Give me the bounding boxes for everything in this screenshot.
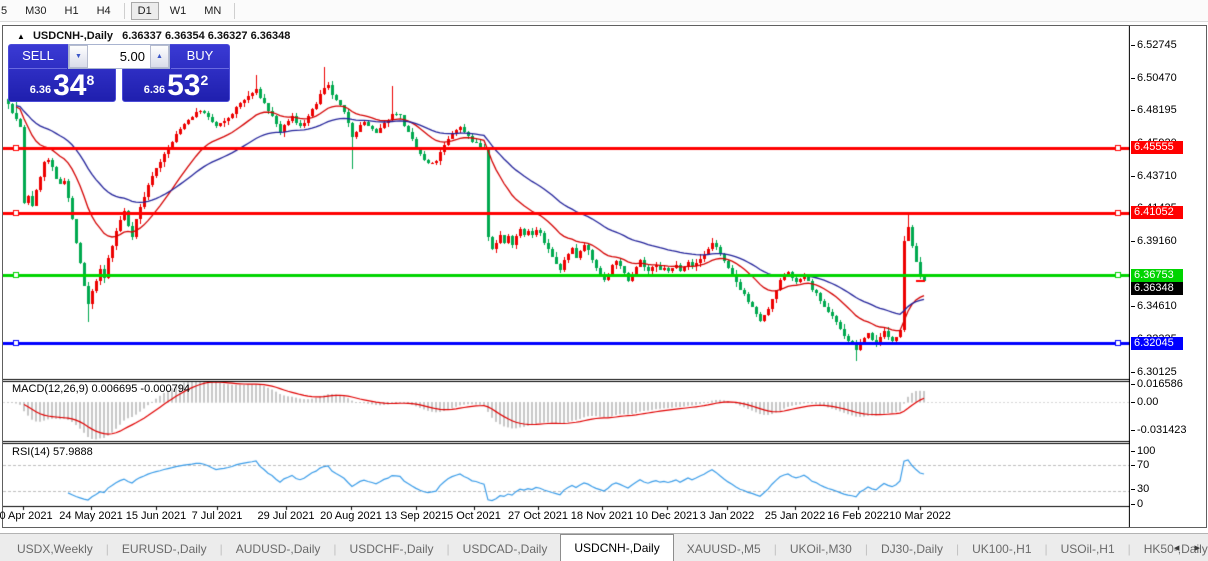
sell-button[interactable]: SELL xyxy=(9,45,67,69)
volume-decrease-arrow-icon[interactable]: ▼ xyxy=(69,45,88,68)
price-tick-label: 6.43710 xyxy=(1131,170,1177,183)
rsi-indicator-label: RSI(14) 57.9888 xyxy=(12,446,93,458)
timeframe-button-h1[interactable]: H1 xyxy=(58,2,86,20)
price-tick-label: 6.52745 xyxy=(1131,39,1177,52)
chart-tab-audusd-daily[interactable]: AUDUSD-,Daily xyxy=(223,537,334,561)
chart-tab-uk100-h1[interactable]: UK100-,H1 xyxy=(959,537,1044,561)
sell-price: 6.36 34 8 xyxy=(9,67,115,102)
date-tick-label: 15 Jun 2021 xyxy=(125,510,187,522)
rsi-axis-label: 0 xyxy=(1131,498,1143,511)
date-tick-label: 29 Jul 2021 xyxy=(257,510,315,522)
timeframe-button-mn[interactable]: MN xyxy=(197,2,228,20)
price-level-label: 6.36348 xyxy=(1131,282,1183,295)
rsi-axis-label: 70 xyxy=(1131,459,1149,472)
rsi-axis-label: 30 xyxy=(1131,483,1149,496)
price-tick-label: 6.39160 xyxy=(1131,235,1177,248)
price-level-label: 6.41052 xyxy=(1131,206,1183,219)
date-tick-label: 10 Mar 2022 xyxy=(889,510,951,522)
axis-tick-mark xyxy=(1131,109,1135,111)
date-tick-label: 10 Dec 2021 xyxy=(635,510,699,522)
date-tick-label: 30 Apr 2021 xyxy=(0,510,53,522)
sell-price-prefix: 6.36 xyxy=(29,84,52,96)
date-tick-label: 3 Jan 2022 xyxy=(699,510,755,522)
axis-tick-mark xyxy=(1131,77,1135,79)
sell-price-pip: 8 xyxy=(86,72,95,88)
timeframe-button-h4[interactable]: H4 xyxy=(90,2,118,20)
chart-tab-usdchf-daily[interactable]: USDCHF-,Daily xyxy=(337,537,447,561)
axis-tick-mark xyxy=(1131,305,1135,307)
volume-spinner: ▼ 5.00 ▲ xyxy=(68,44,170,69)
macd-axis-label: -0.031423 xyxy=(1131,424,1187,437)
date-tick-label: 24 May 2021 xyxy=(59,510,123,522)
tab-scroll-arrows: ◂ ▸ xyxy=(1162,541,1200,554)
rsi-axis-label: 100 xyxy=(1131,445,1155,458)
chart-tab-ukoil-m30[interactable]: UKOil-,M30 xyxy=(777,537,865,561)
sell-price-big: 34 xyxy=(53,69,87,102)
date-tick-label: 5 Oct 2021 xyxy=(447,510,501,522)
tab-scroll-left-icon[interactable]: ◂ xyxy=(1174,542,1180,554)
one-click-trading-panel: SELL 6.36 34 8 BUY 6.36 53 2 ▼ 5.00 ▲ xyxy=(8,44,230,102)
price-level-label: 6.36753 xyxy=(1131,269,1183,282)
timeframe-button-m5[interactable]: 5 xyxy=(0,2,14,20)
buy-price-pip: 2 xyxy=(200,72,209,88)
date-tick-label: 27 Oct 2021 xyxy=(508,510,568,522)
date-tick-label: 7 Jul 2021 xyxy=(191,510,243,522)
chart-tab-usoil-h1[interactable]: USOil-,H1 xyxy=(1048,537,1128,561)
price-tick-label: 6.48195 xyxy=(1131,104,1177,117)
symbol-title: USDCNH-,Daily xyxy=(32,30,114,42)
collapse-triangle-icon[interactable]: ▲ xyxy=(17,32,25,41)
macd-indicator-label: MACD(12,26,9) 0.006695 -0.000794 xyxy=(12,383,190,395)
toolbar-separator xyxy=(234,2,236,19)
timeframe-toolbar: 5 M30 H1 H4 D1 W1 MN xyxy=(0,0,1208,22)
price-tick-label: 6.50470 xyxy=(1131,72,1177,85)
date-tick-label: 18 Nov 2021 xyxy=(570,510,634,522)
macd-axis-label: 0.016586 xyxy=(1131,378,1183,391)
timeframe-button-m30[interactable]: M30 xyxy=(18,2,53,20)
buy-price: 6.36 53 2 xyxy=(123,67,229,102)
axis-tick-mark xyxy=(1131,371,1135,373)
chart-tab-usdcad-daily[interactable]: USDCAD-,Daily xyxy=(450,537,561,561)
price-tick-label: 6.34610 xyxy=(1131,300,1177,313)
macd-axis-label: 0.00 xyxy=(1131,396,1158,409)
chart-tab-usdx-weekly[interactable]: USDX,Weekly xyxy=(4,537,106,561)
date-tick-label: 13 Sep 2021 xyxy=(384,510,448,522)
price-axis[interactable]: 6.527456.504706.481956.459206.437106.414… xyxy=(1130,26,1206,510)
timeframe-button-w1[interactable]: W1 xyxy=(163,2,194,20)
chart-tab-usdcnh-daily[interactable]: USDCNH-,Daily xyxy=(560,534,674,561)
chart-tab-dj30-daily[interactable]: DJ30-,Daily xyxy=(868,537,956,561)
axis-tick-mark xyxy=(1131,240,1135,242)
volume-increase-arrow-icon[interactable]: ▲ xyxy=(150,45,169,68)
date-axis[interactable]: 30 Apr 2021 24 May 202115 Jun 2021 7 Jul 2… xyxy=(0,507,1130,526)
ohlc-values: 6.36337 6.36354 6.36327 6.36348 xyxy=(122,30,291,42)
date-tick-label: 16 Feb 2022 xyxy=(827,510,889,522)
chart-title: ▲ USDCNH-,Daily 6.36337 6.36354 6.36327 … xyxy=(17,30,290,42)
axis-tick-mark xyxy=(1131,44,1135,46)
price-level-label: 6.32045 xyxy=(1131,337,1183,350)
price-level-label: 6.45555 xyxy=(1131,141,1183,154)
chart-window: ▲ USDCNH-,Daily 6.36337 6.36354 6.36327 … xyxy=(0,25,1207,528)
date-tick-label: 25 Jan 2022 xyxy=(764,510,826,522)
timeframe-button-d1[interactable]: D1 xyxy=(130,1,159,20)
chart-tab-xauusd-m5[interactable]: XAUUSD-,M5 xyxy=(674,537,774,561)
buy-price-big: 53 xyxy=(167,69,201,102)
volume-input[interactable]: 5.00 xyxy=(88,45,150,68)
buy-price-prefix: 6.36 xyxy=(143,84,166,96)
chart-tab-bar: USDX,Weekly | EURUSD-,Daily | AUDUSD-,Daily |… xyxy=(0,533,1208,561)
axis-tick-mark xyxy=(1131,175,1135,177)
tab-scroll-right-icon[interactable]: ▸ xyxy=(1194,542,1200,554)
buy-button[interactable]: BUY xyxy=(171,45,229,69)
toolbar-separator xyxy=(123,2,125,19)
chart-tab-eurusd-daily[interactable]: EURUSD-,Daily xyxy=(109,537,220,561)
date-tick-label: 20 Aug 2021 xyxy=(320,510,382,522)
